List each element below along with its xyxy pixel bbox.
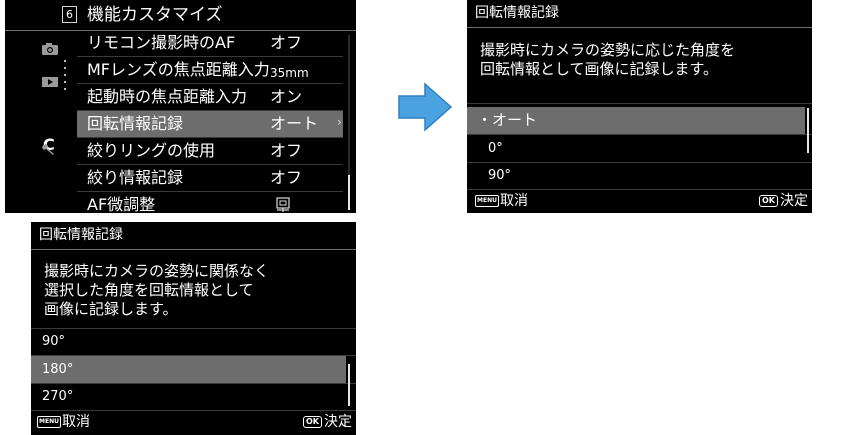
menu-list: リモコン撮影時のAF オフ MFレンズの焦点距離入力 35mm 起動時の焦点距離… [77,30,343,213]
cancel-button[interactable]: MENU 取消 [475,192,528,210]
af-adjust-icon [275,197,291,213]
confirm-label: 決定 [324,414,352,430]
option-auto[interactable]: ・オート [467,107,805,134]
right-arrow-icon [398,82,453,132]
menu-key-icon: MENU [37,416,61,428]
ok-key-icon: OK [303,416,322,428]
menu-header: 6 機能カスタマイズ [5,0,356,31]
menu-item-aperture-info[interactable]: 絞り情報記録 オフ [77,165,343,192]
rotation-info-manual-screen: 回転情報記録 撮影時にカメラの姿勢に関係なく 選択した角度を回転情報として 画像… [31,222,356,435]
menu-item-startup-focal-length[interactable]: 起動時の焦点距離入力 オン [77,84,343,111]
dialog-title: 回転情報記録 [475,5,559,21]
description-line: 選択した角度を回転情報として [44,281,254,299]
description-line: 撮影時にカメラの姿勢に応じた角度を [480,41,736,59]
playback-icon[interactable] [41,76,61,90]
confirm-button[interactable]: OK 決定 [759,192,808,210]
menu-item-value: オフ [270,168,303,187]
menu-item-label: 絞りリングの使用 [87,141,216,160]
custom-function-menu-screen: 6 機能カスタマイズ C リモコン撮影時のAF オフ MFレンズの焦点距離入力 … [5,0,356,213]
ok-key-icon: OK [759,195,778,207]
option-label: 90° [42,334,66,349]
menu-item-label: リモコン撮影時のAF [87,33,236,52]
cancel-label: 取消 [499,193,528,209]
submenu-page-dots [64,60,68,95]
scrollbar-thumb[interactable] [807,108,809,153]
menu-category-sidebar: C [5,30,71,213]
menu-item-label: MFレンズの焦点距離入力 [87,60,270,79]
dialog-title: 回転情報記録 [39,227,123,243]
menu-item-af-fine-adjust[interactable]: AF微調整 [77,192,343,213]
menu-item-value: オフ [270,33,303,52]
menu-item-rotation-info[interactable]: 回転情報記録 オート › [77,111,343,138]
chevron-right-icon: › [337,115,342,129]
dialog-header: 回転情報記録 [467,0,812,28]
cancel-label: 取消 [61,414,90,430]
option-90-degrees[interactable]: 90° [31,328,346,355]
confirm-button[interactable]: OK 決定 [303,413,352,431]
cancel-button[interactable]: MENU 取消 [37,413,90,431]
option-label: 180° [42,362,74,377]
description-line: 画像に記録します。 [44,300,178,318]
dialog-description: 撮影時にカメラの姿勢に関係なく 選択した角度を回転情報として 画像に記録します。 [44,262,269,319]
divider [467,189,812,190]
scrollbar-thumb[interactable] [348,364,350,406]
rotation-info-auto-screen: 回転情報記録 撮影時にカメラの姿勢に応じた角度を 回転情報として画像に記録します… [467,0,812,213]
menu-title: 機能カスタマイズ [87,5,223,25]
option-label: ・オート [477,111,538,129]
description-line: 撮影時にカメラの姿勢に関係なく [44,262,270,280]
menu-item-remote-af[interactable]: リモコン撮影時のAF オフ [77,30,343,57]
confirm-label: 決定 [780,193,808,209]
menu-item-label: 回転情報記録 [87,114,184,133]
menu-item-value: オート [270,114,319,133]
divider [31,410,356,411]
menu-item-value: オフ [270,141,303,160]
menu-item-value: 35mm [270,66,309,80]
option-0-degrees[interactable]: 0° [467,135,805,162]
menu-item-value: オン [270,87,303,106]
option-label: 0° [488,141,503,156]
dialog-description: 撮影時にカメラの姿勢に応じた角度を 回転情報として画像に記録します。 [480,41,735,79]
divider [467,103,812,104]
menu-item-label: 起動時の焦点距離入力 [87,87,248,106]
menu-item-aperture-ring[interactable]: 絞りリングの使用 オフ [77,138,343,165]
scrollbar-thumb[interactable] [348,175,350,210]
camera-icon[interactable] [41,42,61,56]
menu-key-icon: MENU [475,195,499,207]
option-label: 270° [42,389,74,404]
page-number-badge: 6 [62,6,77,23]
dialog-header: 回転情報記録 [31,222,356,250]
menu-item-label: AF微調整 [87,195,156,213]
option-90-degrees[interactable]: 90° [467,162,805,189]
menu-item-label: 絞り情報記録 [87,168,184,187]
option-270-degrees[interactable]: 270° [31,383,346,410]
menu-item-mf-focal-length[interactable]: MFレンズの焦点距離入力 35mm [77,57,343,84]
description-line: 回転情報として画像に記録します。 [480,60,719,78]
option-label: 90° [488,168,512,183]
wrench-icon[interactable] [41,142,61,156]
option-180-degrees[interactable]: 180° [31,356,346,383]
